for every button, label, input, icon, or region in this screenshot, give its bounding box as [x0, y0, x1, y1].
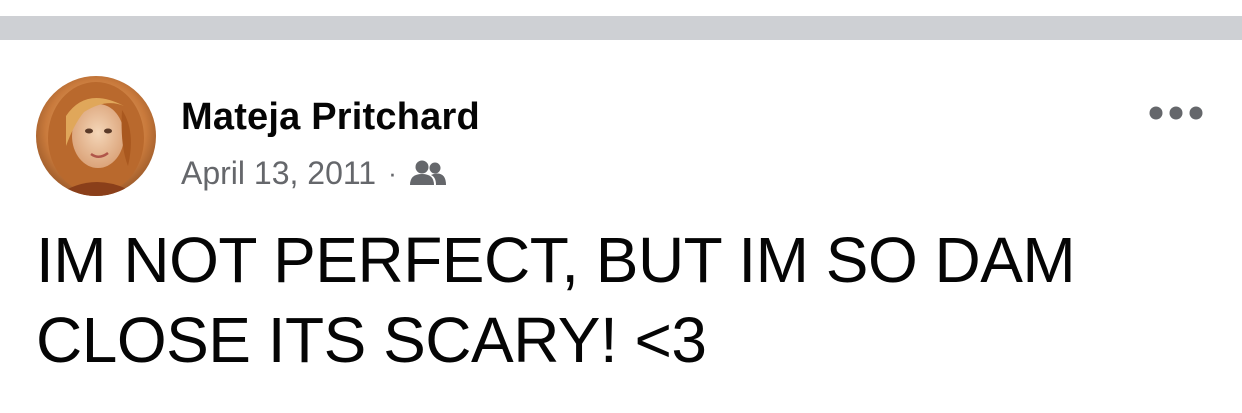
profile-photo-icon — [36, 76, 156, 196]
avatar[interactable] — [36, 76, 156, 196]
post-card: Mateja Pritchard April 13, 2011 · IM NOT… — [0, 40, 1242, 413]
author-name[interactable]: Mateja Pritchard — [181, 96, 480, 139]
more-options-icon — [1149, 106, 1203, 120]
friends-icon[interactable] — [409, 159, 447, 187]
more-options-button[interactable] — [1146, 98, 1206, 128]
post-timestamp[interactable]: April 13, 2011 — [181, 155, 376, 192]
meta-separator: · — [388, 157, 397, 188]
facebook-post-page: Mateja Pritchard April 13, 2011 · IM NOT… — [0, 0, 1242, 413]
post-meta: April 13, 2011 · — [181, 153, 447, 193]
post-body-text: IM NOT PERFECT, BUT IM SO DAM CLOSE ITS … — [36, 224, 1076, 376]
feed-divider — [0, 16, 1242, 40]
